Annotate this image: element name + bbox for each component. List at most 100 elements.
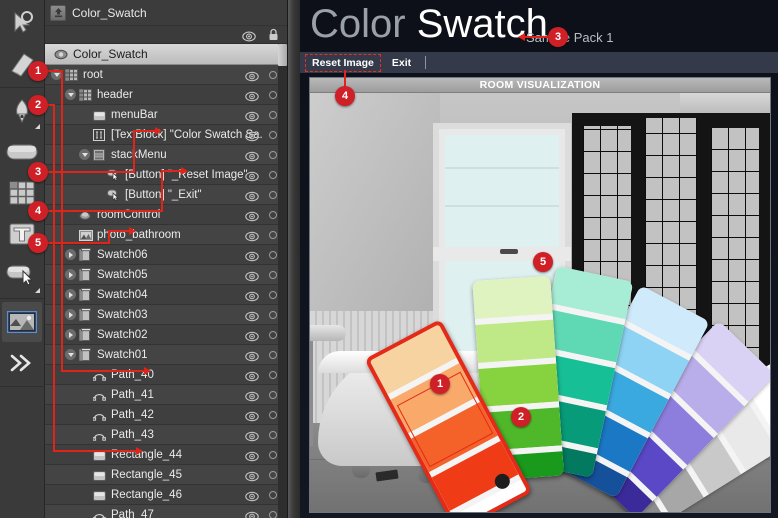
tree-row-swatch02[interactable]: Swatch02 — [45, 325, 287, 345]
photo-bathroom[interactable] — [310, 93, 770, 512]
tree-row-swatch01[interactable]: Swatch01 — [45, 345, 287, 365]
pen-tool-flyout-arrow[interactable] — [35, 124, 40, 129]
tree-row-path-42[interactable]: Path_42 — [45, 405, 287, 425]
chevron-down-icon[interactable] — [79, 149, 90, 160]
lock-toggle[interactable] — [269, 191, 277, 199]
faucet — [310, 325, 346, 341]
lock-toggle[interactable] — [269, 471, 277, 479]
tree-row-label: header — [97, 88, 133, 101]
callout-1-line-v — [61, 70, 63, 372]
tree-row-menubar[interactable]: menuBar — [45, 105, 287, 125]
tree-row-roomcontrol[interactable]: roomControl — [45, 205, 287, 225]
tree-row-rectangle-46[interactable]: Rectangle_46 — [45, 485, 287, 505]
chevron-down-icon[interactable] — [65, 349, 76, 360]
swatch-chip[interactable] — [478, 363, 559, 407]
callout-4-line-h2 — [161, 170, 182, 172]
lock-toggle[interactable] — [269, 231, 277, 239]
lock-toggle[interactable] — [269, 71, 277, 79]
eye-outline-icon[interactable] — [54, 49, 68, 60]
tree-row-label: stackMenu — [111, 148, 167, 161]
reset-image-button[interactable]: Reset Image — [305, 53, 381, 72]
no-twisty — [79, 429, 90, 440]
tree-row-path-43[interactable]: Path_43 — [45, 425, 287, 445]
lock-toggle[interactable] — [269, 211, 277, 219]
callout-1-arrow — [144, 367, 151, 375]
tree-row-path-40[interactable]: Path_40 — [45, 365, 287, 385]
tree-row-label: [Button] "_Exit" — [125, 188, 202, 201]
tree-row-header[interactable]: header — [45, 85, 287, 105]
lock-toggle[interactable] — [269, 411, 277, 419]
chevron-right-icon[interactable] — [65, 329, 76, 340]
lock-toggle[interactable] — [269, 271, 277, 279]
no-twisty — [65, 229, 76, 240]
eye-icon — [242, 29, 256, 47]
more-tools-button[interactable] — [2, 343, 42, 383]
lock-toggle[interactable] — [269, 111, 277, 119]
image-icon — [79, 228, 93, 241]
tree-row-button-reset-image[interactable]: [Button] "_Reset Image" — [45, 165, 287, 185]
chevron-right-icon[interactable] — [65, 249, 76, 260]
tree-row-path-41[interactable]: Path_41 — [45, 385, 287, 405]
tree-row-root[interactable]: root — [45, 65, 287, 85]
tree-root-label: Color_Swatch — [73, 47, 148, 61]
tool-group-media — [0, 299, 44, 387]
tree-row-stackmenu[interactable]: stackMenu — [45, 145, 287, 165]
tree-row-swatch03[interactable]: Swatch03 — [45, 305, 287, 325]
chevron-down-icon[interactable] — [65, 89, 76, 100]
chevron-right-icon[interactable] — [65, 289, 76, 300]
lock-toggle[interactable] — [269, 151, 277, 159]
tree-row-swatch06[interactable]: Swatch06 — [45, 245, 287, 265]
button-tool-flyout-arrow[interactable] — [35, 288, 40, 293]
tree-row-rectangle-45[interactable]: Rectangle_45 — [45, 465, 287, 485]
window-glass-top — [445, 135, 559, 247]
button-tool[interactable] — [2, 255, 42, 295]
callout-3-preview: 3 — [548, 27, 568, 47]
chevron-right-icon[interactable] — [65, 309, 76, 320]
tree-row-rectangle-44[interactable]: Rectangle_44 — [45, 445, 287, 465]
tree-root-row[interactable]: Color_Swatch — [45, 44, 287, 65]
group-icon — [79, 308, 93, 321]
lock-toggle[interactable] — [269, 311, 277, 319]
callout-5-arrow — [129, 227, 136, 235]
lock-toggle[interactable] — [269, 491, 277, 499]
swatch-chip[interactable] — [475, 319, 556, 363]
swatch-chip[interactable] — [472, 275, 553, 320]
eye-icon[interactable] — [245, 509, 259, 518]
lock-toggle[interactable] — [269, 351, 277, 359]
chevron-right-icon[interactable] — [65, 269, 76, 280]
lock-toggle[interactable] — [269, 291, 277, 299]
panel-divider[interactable] — [288, 0, 300, 518]
no-twisty — [79, 129, 90, 140]
tree-row-label: Swatch06 — [97, 248, 148, 261]
tree-scrollbar-thumb[interactable] — [278, 44, 287, 66]
lock-toggle[interactable] — [269, 91, 277, 99]
lock-toggle[interactable] — [269, 171, 277, 179]
callout-3-line-h1 — [44, 171, 135, 173]
lock-toggle[interactable] — [269, 131, 277, 139]
tree-vertical-scrollbar[interactable] — [278, 44, 287, 518]
lock-toggle[interactable] — [269, 251, 277, 259]
tree-row-path-47[interactable]: Path_47 — [45, 505, 287, 518]
path-icon — [92, 508, 107, 518]
tree-row-swatch04[interactable]: Swatch04 — [45, 285, 287, 305]
selection-tool[interactable] — [2, 3, 42, 43]
tree-row-label: root — [83, 68, 103, 81]
callout-2: 2 — [28, 95, 48, 115]
tree-row-label: Swatch01 — [97, 348, 148, 361]
panel-tab[interactable]: Color_Swatch — [45, 0, 287, 26]
lock-toggle[interactable] — [269, 371, 277, 379]
image-tool[interactable] — [2, 302, 42, 342]
callout-4-line-v — [161, 170, 163, 212]
path-icon — [92, 388, 107, 401]
tree-row-textblock-color-swatch-sa[interactable]: [TextBlock] "Color Swatch Sa. — [45, 125, 287, 145]
tree-row-label: Rectangle_46 — [111, 488, 182, 501]
exit-button[interactable]: Exit — [386, 55, 417, 71]
tree-row-button-exit[interactable]: [Button] "_Exit" — [45, 185, 287, 205]
lock-toggle[interactable] — [269, 331, 277, 339]
lock-toggle[interactable] — [269, 511, 277, 518]
lock-toggle[interactable] — [269, 391, 277, 399]
tree-row-swatch05[interactable]: Swatch05 — [45, 265, 287, 285]
faucet-pipe — [310, 341, 313, 446]
lock-toggle[interactable] — [269, 451, 277, 459]
lock-toggle[interactable] — [269, 431, 277, 439]
